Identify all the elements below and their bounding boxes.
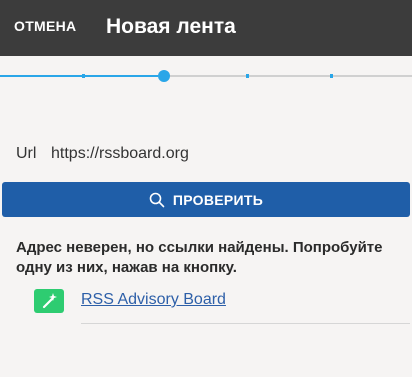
current-step-indicator — [158, 70, 170, 82]
progress-stepper — [0, 66, 412, 86]
search-icon — [149, 192, 165, 207]
divider — [81, 323, 410, 324]
check-button[interactable]: ПРОВЕРИТЬ — [2, 182, 410, 217]
magic-wand-icon[interactable] — [34, 289, 64, 313]
cancel-button[interactable]: ОТМЕНА — [14, 18, 76, 34]
feed-link-item[interactable]: RSS Advisory Board — [34, 287, 410, 325]
app-bar: ОТМЕНА Новая лента — [0, 0, 412, 56]
step-segment-pending — [170, 75, 412, 77]
step-marker — [246, 74, 249, 78]
feed-link[interactable]: RSS Advisory Board — [81, 291, 226, 309]
step-marker — [330, 74, 333, 78]
url-input[interactable]: https://rssboard.org — [51, 145, 189, 163]
status-message: Адрес неверен, но ссылки найдены. Попроб… — [16, 239, 383, 276]
step-segment-complete — [0, 75, 158, 77]
step-marker — [82, 74, 85, 78]
url-label: Url — [16, 145, 37, 162]
page-title: Новая лента — [106, 15, 236, 38]
check-button-label: ПРОВЕРИТЬ — [172, 191, 264, 208]
